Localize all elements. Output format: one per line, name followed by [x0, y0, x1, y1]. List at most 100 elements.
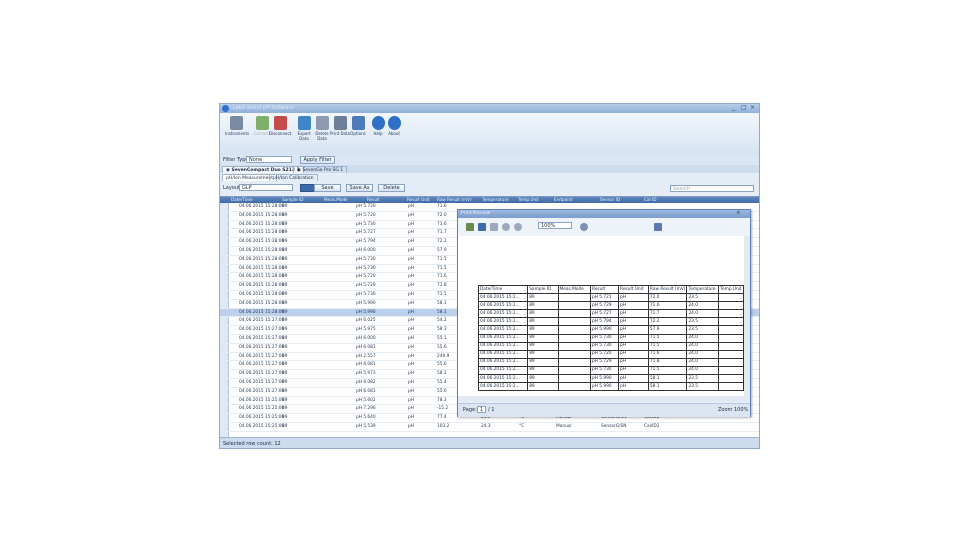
table-cell: 89	[282, 221, 288, 227]
report-cell: pH 5.730	[589, 365, 620, 376]
report-cell	[718, 317, 744, 327]
save-as-button[interactable]: Save As	[346, 184, 373, 192]
report-cell	[557, 374, 591, 384]
tab-calibration[interactable]: pH/Ion Calibration	[269, 174, 318, 181]
table-cell: 04.06.2015 15:28:00	[239, 265, 285, 271]
table-cell: 04.06.2015 15:28:00	[239, 221, 285, 227]
minimize-icon[interactable]: _	[732, 104, 735, 111]
report-cell: pH 5.729	[589, 301, 620, 311]
table-cell: pH 6.081	[356, 344, 376, 350]
report-cell	[557, 309, 591, 319]
vertical-scrollbar[interactable]	[744, 236, 750, 402]
report-cell: pH	[618, 317, 649, 327]
table-cell: pH 5.720	[356, 204, 376, 209]
table-cell: 71.5	[437, 256, 447, 262]
report-cell: 23.5	[686, 382, 720, 392]
table-cell: 54.2	[437, 318, 447, 324]
measurement-tabs: pH/Ion Measurement pH/Ion Calibration	[220, 173, 759, 181]
layout-select[interactable]: GLP	[239, 184, 293, 191]
horizontal-scrollbar[interactable]	[458, 396, 744, 402]
table-cell: 89	[282, 256, 288, 262]
ribbon-button-disconnect[interactable]: Disconnect	[269, 116, 291, 150]
ribbon-button-instruments[interactable]: Instruments	[225, 116, 249, 150]
table-cell: pH 5.730	[356, 265, 376, 271]
table-cell: 71.6	[437, 204, 447, 209]
report-cell: 04.06.2015 15:2...	[477, 309, 529, 319]
table-cell: 04.06.2015 15:27:00	[239, 318, 285, 324]
table-cell: 89	[282, 274, 288, 280]
table-cell: 71.5	[437, 265, 447, 271]
table-cell: pH 5.730	[356, 221, 376, 227]
report-cell: 71.8	[647, 357, 688, 367]
report-cell: 24.0	[686, 333, 720, 343]
export-icon[interactable]	[654, 223, 662, 231]
search-input[interactable]: Search	[670, 185, 754, 192]
options-icon	[351, 116, 365, 130]
report-row: 04.06.2015 15:2... 89 pH 5.990 pH 58.1 23.5	[477, 374, 744, 384]
tab-sevengo[interactable]: ◉ SevenGo Pro SG 1	[293, 166, 348, 173]
ribbon-button-about[interactable]: About	[383, 116, 405, 150]
report-cell	[718, 301, 744, 311]
table-cell: 04.06.2015 15:25:00	[239, 397, 285, 403]
table-cell: pH 5.975	[356, 327, 376, 333]
table-cell: 89	[282, 327, 288, 333]
table-cell: 89	[282, 292, 288, 297]
table-cell: 89	[282, 353, 288, 359]
zoom-in-icon[interactable]	[502, 223, 510, 231]
report-cell: 71.6	[647, 301, 688, 311]
zoom-select[interactable]: 100%	[538, 222, 572, 229]
report-cell: pH 5.720	[589, 349, 620, 359]
report-cell: 24.0	[686, 357, 720, 367]
table-cell: 04.06.2015 15:27:00	[239, 362, 285, 368]
report-column-header: Temp.Unit	[718, 284, 744, 295]
delete-layout-button[interactable]: Delete	[378, 184, 405, 192]
report-cell: 89	[527, 333, 559, 343]
table-cell: 57.9	[437, 248, 447, 253]
maximize-icon[interactable]: □	[741, 104, 747, 111]
filter-type-select[interactable]: None	[246, 156, 292, 163]
report-cell: 89	[527, 317, 559, 327]
table-cell: pH 5.727	[356, 230, 376, 236]
table-cell: pH	[408, 388, 414, 394]
report-row: 04.06.2015 15:2... 89 pH 5.721 pH 72.0 23.5	[477, 293, 744, 303]
report-column-header: Meas.Mode	[557, 284, 591, 295]
ribbon-button-options[interactable]: Options	[347, 116, 369, 150]
save-icon[interactable]	[478, 223, 486, 231]
table-cell: 04.06.2015 15:28:00	[239, 239, 285, 245]
table-cell: 249.9	[437, 353, 450, 359]
report-cell: 23.5	[686, 325, 720, 335]
report-row: 04.06.2015 15:2... 89 pH 5.729 pH 71.6 24.0	[477, 301, 744, 311]
close-icon[interactable]: ×	[750, 104, 755, 111]
table-cell: -15.2	[437, 406, 449, 412]
apply-filter-button[interactable]: Apply Filter	[300, 156, 335, 164]
report-cell: 71.5	[647, 333, 688, 343]
table-cell: 89	[282, 309, 288, 315]
report-cell: 89	[527, 293, 559, 303]
page-number-input[interactable]: 1	[477, 406, 486, 413]
find-icon[interactable]	[580, 223, 588, 231]
table-cell: pH	[408, 248, 414, 253]
report-cell: pH	[618, 374, 649, 384]
report-cell: pH 5.990	[589, 382, 620, 392]
report-cell: pH 5.730	[589, 333, 620, 343]
table-cell: 04.06.2015 15:27:00	[239, 380, 285, 385]
report-cell: pH 5.721	[589, 293, 620, 303]
tab-sevencompact[interactable]: ◉ SevenCompact Duo S213 1	[222, 166, 304, 173]
report-cell: 04.06.2015 15:2...	[477, 325, 529, 335]
print-icon[interactable]	[466, 223, 474, 231]
report-cell: pH	[618, 357, 649, 367]
save-button[interactable]: Save	[314, 184, 341, 192]
print-preview-close-icon[interactable]: ×	[736, 210, 741, 216]
report-column-header: Result	[589, 284, 620, 295]
app-logo-icon	[222, 105, 229, 112]
report-cell: 24.0	[686, 365, 720, 376]
report-cell	[557, 382, 591, 392]
table-cell: pH 5.720	[356, 274, 376, 280]
report-cell: 24.0	[686, 309, 720, 319]
table-row[interactable]: 04.06.2015 15:25:00 89 pH 5.539 pH 103.2 24.3…	[220, 423, 759, 432]
table-cell: pH	[408, 256, 414, 262]
page-setup-icon[interactable]	[490, 223, 498, 231]
report-cell: pH	[618, 382, 649, 392]
zoom-out-icon[interactable]	[514, 223, 522, 231]
print-preview-window: Print Preview × 100% Date/Time Sample ID M…	[457, 209, 751, 417]
